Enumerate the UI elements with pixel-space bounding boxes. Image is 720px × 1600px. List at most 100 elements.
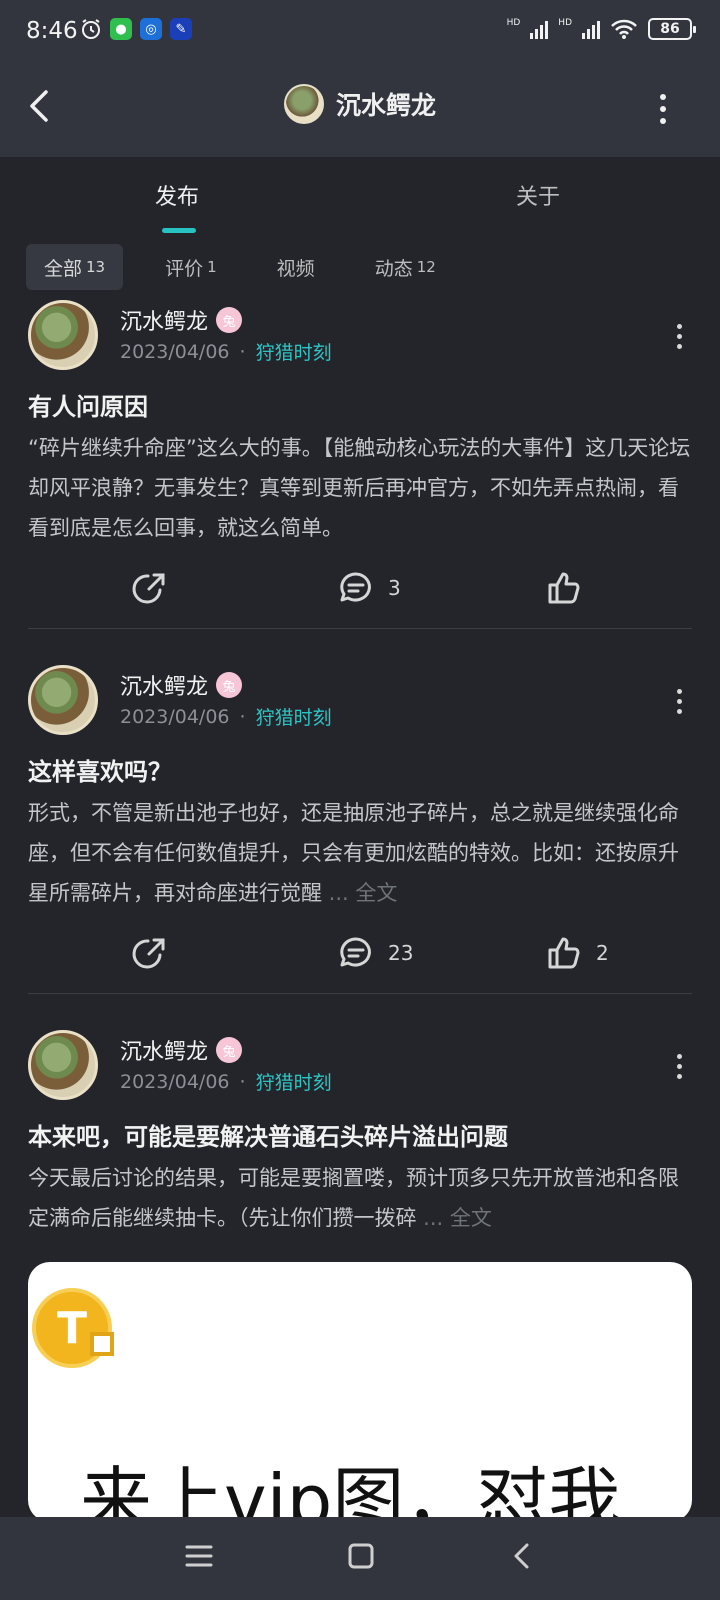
tab-indicator [162, 228, 196, 233]
post-title[interactable]: 本来吧，可能是要解决普通石头碎片溢出问题 [28, 1120, 692, 1154]
hd-label: HD [558, 18, 572, 28]
top-bar: 8:46 ● ◎ ✎ HD HD 86 沉水鳄龙 [0, 0, 720, 157]
filter-label: 评价 [165, 257, 204, 280]
post-title[interactable]: 这样喜欢吗？ [28, 755, 692, 789]
read-more-link[interactable]: ... 全文 [322, 881, 398, 905]
status-bar: 8:46 ● ◎ ✎ HD HD 86 [0, 0, 720, 62]
share-icon [132, 938, 165, 969]
more-vertical-icon[interactable] [660, 94, 666, 124]
avatar[interactable] [28, 1030, 98, 1100]
comment-button[interactable]: 3 [338, 570, 401, 606]
filter-all[interactable]: 全部 13 [26, 244, 124, 290]
comment-icon [340, 937, 371, 967]
thumbs-up-icon [548, 937, 580, 969]
post-card[interactable]: 沉水鳄龙兔 2023/04/06 · 狩猎时刻 有人问原因 “碎片继续升命座”这么大… [28, 300, 692, 629]
rabbit-badge-icon: 兔 [216, 307, 243, 333]
post-card[interactable]: 沉水鳄龙兔 2023/04/06 · 狩猎时刻 这样喜欢吗？ 形式，不管是新出池子也… [28, 665, 692, 994]
job-app-icon: ✎ [170, 18, 192, 40]
post-meta: 2023/04/06 · 狩猎时刻 [120, 703, 332, 730]
avatar[interactable] [28, 665, 98, 735]
tab-publish[interactable]: 发布 [155, 179, 199, 211]
comment-count: 23 [388, 941, 414, 965]
like-button[interactable] [546, 570, 596, 606]
post-actions: 23 2 [28, 913, 692, 993]
post-meta: 2023/04/06 · 狩猎时刻 [120, 338, 332, 365]
filter-label: 视频 [276, 257, 315, 280]
back-icon[interactable] [508, 1541, 538, 1571]
hd-label: HD [506, 18, 521, 28]
thumbs-up-icon [548, 572, 580, 604]
post-body[interactable]: 形式，不管是新出池子也好，还是抽原池子碎片，总之就是继续强化命座，但不会有任何数… [28, 793, 692, 913]
battery-level: 86 [660, 21, 680, 37]
divider [28, 993, 692, 994]
like-count: 2 [596, 941, 609, 965]
filter-chips: 全部 13 评价 1 视频 动态 12 [26, 244, 478, 290]
wifi-icon [611, 19, 637, 39]
header-title-group: 沉水鳄龙 [0, 84, 720, 124]
coin-letter: T [56, 1302, 87, 1354]
post-image[interactable]: T 来上vip图，怼我 [28, 1262, 692, 1522]
meta-separator: · [239, 340, 246, 363]
more-vertical-icon[interactable] [677, 689, 682, 714]
post-author[interactable]: 沉水鳄龙兔 [120, 304, 243, 336]
filter-count: 12 [416, 258, 436, 276]
rabbit-badge-icon: 兔 [216, 672, 243, 698]
post-date: 2023/04/06 [120, 340, 230, 363]
filter-label: 动态 [374, 257, 413, 280]
image-caption: 来上vip图，怼我 [80, 1459, 621, 1522]
post-title[interactable]: 有人问原因 [28, 390, 692, 424]
post-topic[interactable]: 狩猎时刻 [256, 1068, 332, 1095]
tab-about[interactable]: 关于 [516, 179, 560, 211]
status-time: 8:46 [26, 18, 78, 44]
browser-icon: ◎ [140, 18, 162, 40]
alarm-icon [82, 19, 100, 39]
filter-videos[interactable]: 视频 [259, 244, 333, 290]
filter-count: 13 [86, 258, 106, 276]
post-topic[interactable]: 狩猎时刻 [256, 703, 332, 730]
filter-updates[interactable]: 动态 12 [357, 244, 454, 290]
post-author[interactable]: 沉水鳄龙兔 [120, 1034, 243, 1066]
post-body[interactable]: “碎片继续升命座”这么大的事。【能触动核心玩法的大事件】这几天论坛却风平浪静？无… [28, 428, 692, 548]
divider [28, 628, 692, 629]
home-icon[interactable] [346, 1541, 376, 1571]
filter-reviews[interactable]: 评价 1 [147, 244, 235, 290]
more-vertical-icon[interactable] [677, 1054, 682, 1079]
like-button[interactable]: 2 [546, 935, 609, 971]
coin-tag-icon [90, 1332, 114, 1356]
filter-count: 1 [207, 258, 217, 276]
system-nav-bar [0, 1517, 720, 1600]
avatar[interactable] [28, 300, 98, 370]
more-vertical-icon[interactable] [677, 324, 682, 349]
status-system-icons: HD HD 86 [506, 18, 696, 40]
post-card[interactable]: 沉水鳄龙兔 2023/04/06 · 狩猎时刻 本来吧，可能是要解决普通石头碎片溢出… [28, 1030, 692, 1238]
post-date: 2023/04/06 [120, 1070, 230, 1093]
author-name: 沉水鳄龙 [120, 310, 209, 335]
share-icon [132, 573, 165, 604]
post-topic[interactable]: 狩猎时刻 [256, 338, 332, 365]
post-body[interactable]: 今天最后讨论的结果，可能是要搁置喽，预计顶多只先开放普池和各限定满命后能继续抽卡… [28, 1158, 692, 1238]
main-tabs: 发布 关于 [0, 157, 720, 237]
comment-button[interactable]: 23 [338, 935, 413, 971]
post-date: 2023/04/06 [120, 705, 230, 728]
post-author[interactable]: 沉水鳄龙兔 [120, 669, 243, 701]
comment-count: 3 [388, 576, 401, 600]
share-button[interactable] [132, 570, 168, 606]
share-button[interactable] [132, 935, 168, 971]
menu-icon[interactable] [184, 1541, 214, 1571]
post-header: 沉水鳄龙兔 2023/04/06 · 狩猎时刻 [28, 665, 692, 745]
post-header: 沉水鳄龙兔 2023/04/06 · 狩猎时刻 [28, 1030, 692, 1110]
filter-label: 全部 [44, 257, 83, 280]
author-name: 沉水鳄龙 [120, 1040, 209, 1065]
post-body-text: “碎片继续升命座”这么大的事。【能触动核心玩法的大事件】这几天论坛却风平浪静？无… [28, 436, 691, 540]
read-more-link[interactable]: ... 全文 [417, 1206, 492, 1230]
status-notification-icons: ● ◎ ✎ [80, 18, 192, 40]
comment-icon [340, 572, 371, 602]
signal-icon [530, 19, 549, 39]
signal-icon [582, 19, 600, 39]
rabbit-badge-icon: 兔 [216, 1037, 243, 1063]
coin-icon: T [32, 1288, 112, 1368]
post-actions: 3 [28, 548, 692, 628]
avatar[interactable] [283, 84, 324, 124]
wechat-icon: ● [110, 18, 132, 40]
post-meta: 2023/04/06 · 狩猎时刻 [120, 1068, 332, 1095]
